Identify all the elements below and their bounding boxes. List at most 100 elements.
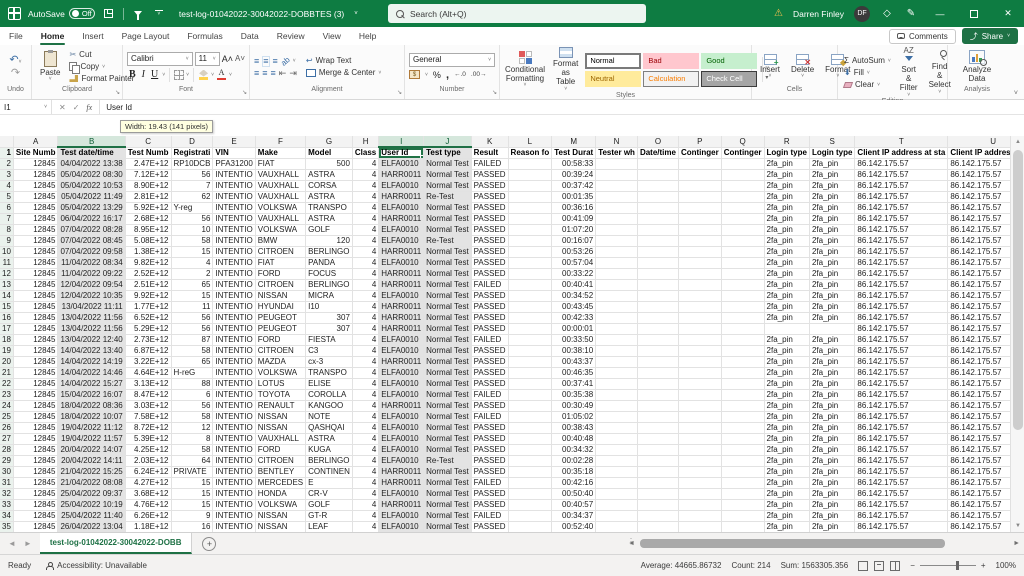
cell-M11[interactable]: 00:57:04 [552,257,596,268]
cell-R32[interactable]: 2fa_pin [764,488,809,499]
cell-N4[interactable] [596,180,638,191]
status-average[interactable]: Average: 44665.86732 [641,561,722,570]
horizontal-scroll-thumb[interactable] [640,539,945,548]
cell-F29[interactable]: CITROEN [255,455,305,466]
cell-F13[interactable]: CITROEN [255,279,305,290]
cell-T28[interactable]: 86.142.175.57 [855,444,948,455]
cell-M2[interactable]: 00:58:33 [552,158,596,169]
cell-E29[interactable]: INTENTIO [213,455,255,466]
cell-L24[interactable] [508,400,552,411]
cell-O30[interactable] [637,466,678,477]
zoom-out-icon[interactable]: − [910,561,915,570]
cell-I24[interactable]: HARR0011 [379,400,424,411]
cell-P10[interactable] [678,246,721,257]
row-header-13[interactable]: 13 [0,279,13,290]
cell-L14[interactable] [508,290,552,301]
cell-K32[interactable]: PASSED [471,488,508,499]
cell-L31[interactable] [508,477,552,488]
tab-view[interactable]: View [314,27,350,45]
cell-E22[interactable]: INTENTIO [213,378,255,389]
new-sheet-button[interactable]: + [202,537,216,551]
cell-H2[interactable]: 4 [352,158,378,169]
cell-Q5[interactable] [721,191,764,202]
cell-I12[interactable]: HARR0011 [379,268,424,279]
cell-C23[interactable]: 8.47E+12 [125,389,171,400]
cell-H7[interactable]: 4 [352,213,378,224]
cell-I21[interactable]: ELFA0010 [379,367,424,378]
cell-G17[interactable]: 307 [306,323,353,334]
cell-Q14[interactable] [721,290,764,301]
cell-S24[interactable]: 2fa_pin [809,400,854,411]
fill-button[interactable]: ⬇Fill˅ [842,67,893,78]
cell-I28[interactable]: ELFA0010 [379,444,424,455]
cell-P28[interactable] [678,444,721,455]
cell-D32[interactable]: 15 [171,488,213,499]
cell-F5[interactable]: VAUXHALL [255,191,305,202]
cell-K26[interactable]: PASSED [471,422,508,433]
cell-G14[interactable]: MICRA [306,290,353,301]
cell-C35[interactable]: 1.18E+12 [125,521,171,532]
cell-R21[interactable]: 2fa_pin [764,367,809,378]
column-header-S[interactable]: S [809,136,854,147]
wrap-text-button[interactable]: ↩Wrap Text [304,55,383,66]
cell-J16[interactable]: Normal Test [424,312,472,323]
cell-K23[interactable]: FAILED [471,389,508,400]
cell-J19[interactable]: Normal Test [424,345,472,356]
cell-N7[interactable] [596,213,638,224]
redo-icon[interactable]: ↷ [11,68,20,79]
cell-R1[interactable]: Login type [764,147,809,158]
cell-J10[interactable]: Normal Test [424,246,472,257]
cell-S12[interactable]: 2fa_pin [809,268,854,279]
cell-T8[interactable]: 86.142.175.57 [855,224,948,235]
cell-S5[interactable]: 2fa_pin [809,191,854,202]
cell-O5[interactable] [637,191,678,202]
number-format-select[interactable]: General˅ [409,53,495,67]
cell-F1[interactable]: Make [255,147,305,158]
cell-Q26[interactable] [721,422,764,433]
cell-N1[interactable]: Tester wh [596,147,638,158]
cell-T14[interactable]: 86.142.175.57 [855,290,948,301]
filter-qat-icon[interactable] [131,7,145,21]
delete-cells-button[interactable]: ✕Delete˅ [787,54,818,80]
cell-E25[interactable]: INTENTIO [213,411,255,422]
cell-A26[interactable]: 12845 [13,422,58,433]
cell-O17[interactable] [637,323,678,334]
cell-Q29[interactable] [721,455,764,466]
cell-C11[interactable]: 9.82E+12 [125,257,171,268]
cell-H22[interactable]: 4 [352,378,378,389]
cell-J35[interactable]: Normal Test [424,521,472,532]
cell-A20[interactable]: 12845 [13,356,58,367]
cell-P3[interactable] [678,169,721,180]
row-header-31[interactable]: 31 [0,477,13,488]
cell-A22[interactable]: 12845 [13,378,58,389]
row-header-16[interactable]: 16 [0,312,13,323]
cell-S15[interactable]: 2fa_pin [809,301,854,312]
cell-S18[interactable]: 2fa_pin [809,334,854,345]
cell-H20[interactable]: 4 [352,356,378,367]
cell-style-normal[interactable]: Normal [585,53,641,69]
cell-N22[interactable] [596,378,638,389]
cell-T22[interactable]: 86.142.175.57 [855,378,948,389]
increase-decimal-icon[interactable]: ←.0 [454,71,466,78]
cell-E14[interactable]: INTENTIO [213,290,255,301]
cell-P24[interactable] [678,400,721,411]
cell-M33[interactable]: 00:40:57 [552,499,596,510]
cell-S31[interactable]: 2fa_pin [809,477,854,488]
cell-F24[interactable]: RENAULT [255,400,305,411]
cell-Q23[interactable] [721,389,764,400]
row-header-15[interactable]: 15 [0,301,13,312]
cell-B6[interactable]: 05/04/2022 13:29 [58,202,125,213]
cell-R7[interactable]: 2fa_pin [764,213,809,224]
cell-J9[interactable]: Re-Test [424,235,472,246]
italic-button[interactable]: I [140,69,147,80]
cell-P2[interactable] [678,158,721,169]
bold-button[interactable]: B [127,69,138,80]
cell-Q21[interactable] [721,367,764,378]
cell-N15[interactable] [596,301,638,312]
increase-font-icon[interactable]: A˄ [222,54,233,64]
cell-E26[interactable]: INTENTIO [213,422,255,433]
cell-O13[interactable] [637,279,678,290]
cell-R9[interactable]: 2fa_pin [764,235,809,246]
cell-P17[interactable] [678,323,721,334]
zoom-level[interactable]: 100% [996,561,1016,570]
